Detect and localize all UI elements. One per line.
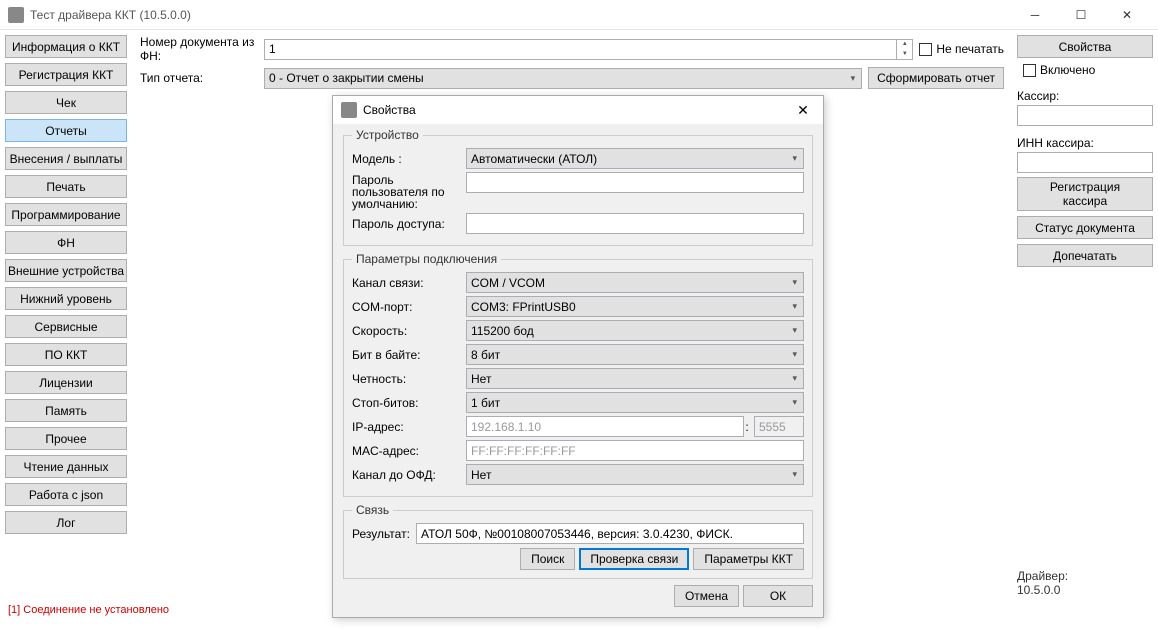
ofd-channel-label: Канал до ОФД: [352,469,466,481]
dialog-close-button[interactable]: ✕ [791,102,815,119]
nav-лицензии[interactable]: Лицензии [5,371,127,394]
model-label: Модель : [352,153,466,165]
ip-label: IP-адрес: [352,421,466,433]
generate-report-button[interactable]: Сформировать отчет [868,67,1004,89]
dialog-icon [341,102,357,118]
noprint-checkbox[interactable] [919,43,932,56]
mac-input[interactable]: FF:FF:FF:FF:FF:FF [466,440,804,461]
nav-внешние-устройства[interactable]: Внешние устройства [5,259,127,282]
channel-select[interactable]: COM / VCOM [466,272,804,293]
user-password-input[interactable] [466,172,804,193]
nav-печать[interactable]: Печать [5,175,127,198]
result-output: АТОЛ 50Ф, №00108007053446, версия: 3.0.4… [416,523,804,544]
link-group: Связь Результат:АТОЛ 50Ф, №0010800705344… [343,503,813,579]
search-button[interactable]: Поиск [520,548,575,570]
result-label: Результат: [352,528,416,540]
noprint-label: Не печатать [936,42,1004,56]
driver-info: Драйвер: 10.5.0.0 [1017,569,1153,597]
port-input[interactable]: 5555 [754,416,804,437]
nav-память[interactable]: Память [5,399,127,422]
nav-прочее[interactable]: Прочее [5,427,127,450]
baud-label: Скорость: [352,325,466,337]
kkt-params-button[interactable]: Параметры ККТ [693,548,804,570]
access-password-label: Пароль доступа: [352,218,466,230]
nav-отчеты[interactable]: Отчеты [5,119,127,142]
nav-лог[interactable]: Лог [5,511,127,534]
minimize-button[interactable]: ─ [1012,0,1058,30]
cashier-inn-label: ИНН кассира: [1017,136,1153,150]
ofd-channel-select[interactable]: Нет [466,464,804,485]
nav-программирование[interactable]: Программирование [5,203,127,226]
bits-label: Бит в байте: [352,349,466,361]
cashier-input[interactable] [1017,105,1153,126]
doc-status-button[interactable]: Статус документа [1017,216,1153,239]
nav-нижний-уровень[interactable]: Нижний уровень [5,287,127,310]
model-select[interactable]: Автоматически (АТОЛ) [466,148,804,169]
properties-dialog: Свойства ✕ Устройство Модель :Автоматиче… [332,95,824,618]
nav-по-ккт[interactable]: ПО ККТ [5,343,127,366]
connection-group: Параметры подключения Канал связи:COM / … [343,252,813,497]
nav-информация-о-ккт[interactable]: Информация о ККТ [5,35,127,58]
ok-button[interactable]: ОК [743,585,813,607]
nav-внесения-выплаты[interactable]: Внесения / выплаты [5,147,127,170]
enabled-label: Включено [1040,63,1095,77]
cashier-inn-input[interactable] [1017,152,1153,173]
stopbits-select[interactable]: 1 бит [466,392,804,413]
titlebar: Тест драйвера ККТ (10.5.0.0) ─ ☐ ✕ [0,0,1158,30]
device-group: Устройство Модель :Автоматически (АТОЛ) … [343,128,813,246]
window-title: Тест драйвера ККТ (10.5.0.0) [30,8,1012,22]
app-icon [8,7,24,23]
nav-регистрация-ккт[interactable]: Регистрация ККТ [5,63,127,86]
sidebar: Информация о ККТ Регистрация ККТ Чек Отчеты… [0,30,132,602]
user-password-label: Пароль пользователя по умолчанию: [352,172,466,210]
properties-button[interactable]: Свойства [1017,35,1153,58]
report-type-select[interactable]: 0 - Отчет о закрытии смены [264,68,862,89]
com-port-label: COM-порт: [352,301,466,313]
dialog-title: Свойства [363,103,791,117]
nav-чек[interactable]: Чек [5,91,127,114]
nav-работа-с-json[interactable]: Работа с json [5,483,127,506]
doc-number-label: Номер документа из ФН: [140,35,264,63]
parity-select[interactable]: Нет [466,368,804,389]
baud-select[interactable]: 115200 бод [466,320,804,341]
maximize-button[interactable]: ☐ [1058,0,1104,30]
ip-input[interactable]: 192.168.1.10 [466,416,744,437]
com-port-select[interactable]: COM3: FPrintUSB0 [466,296,804,317]
right-panel: Свойства Включено Кассир: ИНН кассира: Р… [1012,30,1158,602]
channel-label: Канал связи: [352,277,466,289]
nav-фн[interactable]: ФН [5,231,127,254]
reprint-button[interactable]: Допечатать [1017,244,1153,267]
test-connection-button[interactable]: Проверка связи [579,548,689,570]
nav-чтение-данных[interactable]: Чтение данных [5,455,127,478]
nav-сервисные[interactable]: Сервисные [5,315,127,338]
parity-label: Четность: [352,373,466,385]
mac-label: MAC-адрес: [352,445,466,457]
bits-select[interactable]: 8 бит [466,344,804,365]
cashier-label: Кассир: [1017,89,1153,103]
enabled-checkbox[interactable] [1023,64,1036,77]
close-button[interactable]: ✕ [1104,0,1150,30]
register-cashier-button[interactable]: Регистрация кассира [1017,177,1153,211]
doc-number-spinner[interactable]: ▲▼ [897,39,913,60]
cancel-button[interactable]: Отмена [674,585,739,607]
stopbits-label: Стоп-битов: [352,397,466,409]
doc-number-input[interactable] [264,39,897,60]
access-password-input[interactable] [466,213,804,234]
report-type-label: Тип отчета: [140,71,264,85]
